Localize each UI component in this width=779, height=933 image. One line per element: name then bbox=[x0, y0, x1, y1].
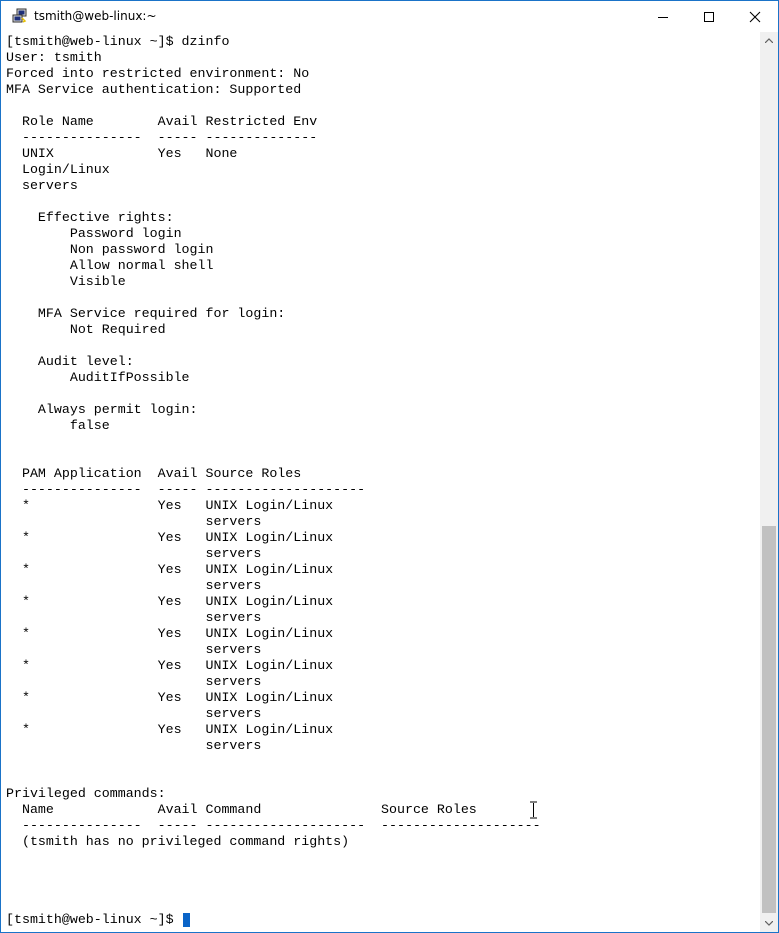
close-button[interactable] bbox=[732, 1, 778, 32]
terminal-line: --------------- ----- -------------- bbox=[6, 130, 318, 145]
terminal-output-area[interactable]: [tsmith@web-linux ~]$ dzinfo User: tsmit… bbox=[1, 32, 760, 932]
scroll-up-icon bbox=[765, 38, 773, 43]
terminal-line: Always permit login: bbox=[6, 402, 198, 417]
window-title: tsmith@web-linux:~ bbox=[34, 9, 157, 23]
terminal-line: Non password login bbox=[6, 242, 214, 257]
scroll-down-icon bbox=[765, 921, 773, 926]
terminal-line: Allow normal shell bbox=[6, 258, 214, 273]
title-bar[interactable]: tsmith@web-linux:~ bbox=[1, 1, 778, 32]
terminal-line: servers bbox=[6, 178, 78, 193]
scroll-down-button[interactable] bbox=[760, 915, 778, 932]
terminal-line: servers bbox=[6, 738, 262, 753]
terminal-line: * Yes UNIX Login/Linux bbox=[6, 626, 334, 641]
text-cursor bbox=[182, 913, 190, 927]
terminal-line: servers bbox=[6, 610, 262, 625]
mouse-ibeam-icon bbox=[530, 801, 537, 819]
terminal-line: Forced into restricted environment: No bbox=[6, 66, 310, 81]
terminal-line: * Yes UNIX Login/Linux bbox=[6, 498, 334, 513]
terminal-line: servers bbox=[6, 642, 262, 657]
terminal-line: PAM Application Avail Source Roles bbox=[6, 466, 302, 481]
terminal-line: servers bbox=[6, 578, 262, 593]
terminal-line: servers bbox=[6, 514, 262, 529]
terminal-line: User: tsmith bbox=[6, 50, 102, 65]
terminal-line: [tsmith@web-linux ~]$ dzinfo bbox=[6, 34, 230, 49]
terminal-line: MFA Service authentication: Supported bbox=[6, 82, 302, 97]
scroll-up-button[interactable] bbox=[760, 32, 778, 49]
command-prompt[interactable]: [tsmith@web-linux ~]$ bbox=[6, 912, 190, 928]
close-icon bbox=[749, 11, 761, 22]
terminal-line: Effective rights: bbox=[6, 210, 174, 225]
putty-icon[interactable] bbox=[12, 8, 28, 24]
terminal-line: servers bbox=[6, 546, 262, 561]
maximize-icon bbox=[704, 11, 714, 22]
terminal-line: MFA Service required for login: bbox=[6, 306, 286, 321]
terminal-lines: [tsmith@web-linux ~]$ dzinfo User: tsmit… bbox=[6, 34, 541, 850]
terminal-line: Role Name Avail Restricted Env bbox=[6, 114, 318, 129]
terminal-line: * Yes UNIX Login/Linux bbox=[6, 690, 334, 705]
terminal-line: --------------- ----- ------------------… bbox=[6, 482, 366, 497]
terminal-line: Name Avail Command Source Roles bbox=[6, 802, 477, 817]
terminal-line: * Yes UNIX Login/Linux bbox=[6, 658, 334, 673]
minimize-icon bbox=[658, 16, 668, 18]
terminal-line: Privileged commands: bbox=[6, 786, 166, 801]
terminal-line: Visible bbox=[6, 274, 126, 289]
scrollbar-thumb[interactable] bbox=[762, 526, 776, 913]
minimize-button[interactable] bbox=[640, 1, 686, 32]
maximize-button[interactable] bbox=[686, 1, 732, 32]
terminal-line: Not Required bbox=[6, 322, 166, 337]
terminal-line: (tsmith has no privileged command rights… bbox=[6, 834, 350, 849]
prompt-text: [tsmith@web-linux ~]$ bbox=[6, 912, 182, 927]
terminal-line: Password login bbox=[6, 226, 182, 241]
terminal-line: AuditIfPossible bbox=[6, 370, 190, 385]
terminal-line: Audit level: bbox=[6, 354, 134, 369]
terminal-line: Login/Linux bbox=[6, 162, 110, 177]
terminal-line: * Yes UNIX Login/Linux bbox=[6, 530, 334, 545]
terminal-line: * Yes UNIX Login/Linux bbox=[6, 562, 334, 577]
terminal-window: tsmith@web-linux:~ [tsmith@web-linux ~]$… bbox=[0, 0, 779, 933]
terminal-line: UNIX Yes None bbox=[6, 146, 238, 161]
vertical-scrollbar[interactable] bbox=[760, 32, 778, 932]
terminal-line: servers bbox=[6, 674, 262, 689]
terminal-line: * Yes UNIX Login/Linux bbox=[6, 722, 334, 737]
terminal-line: * Yes UNIX Login/Linux bbox=[6, 594, 334, 609]
terminal-line: false bbox=[6, 418, 110, 433]
terminal-line: --------------- ----- ------------------… bbox=[6, 818, 541, 833]
terminal-line: servers bbox=[6, 706, 262, 721]
